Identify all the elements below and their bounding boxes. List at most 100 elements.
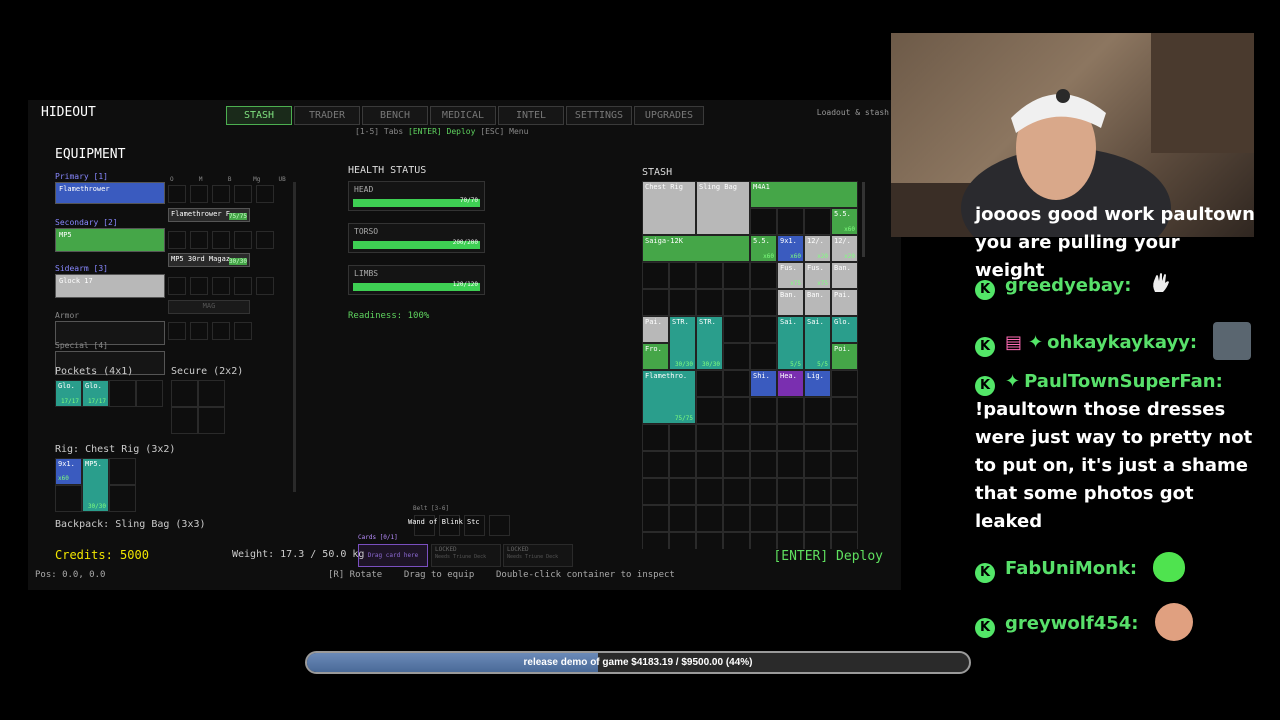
- secure-cell[interactable]: [198, 380, 225, 407]
- sidearm-slot[interactable]: Glock 17: [55, 274, 165, 298]
- mod-slot[interactable]: [256, 231, 274, 249]
- stash-cell[interactable]: [804, 208, 831, 235]
- stash-item[interactable]: STR. 30/30: [669, 316, 696, 370]
- mod-slot[interactable]: [212, 231, 230, 249]
- stash-cell[interactable]: [804, 532, 831, 549]
- stash-cell[interactable]: [750, 505, 777, 532]
- stash-cell[interactable]: [669, 532, 696, 549]
- stash-cell[interactable]: [669, 289, 696, 316]
- stash-cell[interactable]: [642, 478, 669, 505]
- card-drop-zone[interactable]: Drag card here: [358, 544, 428, 567]
- stash-cell[interactable]: [723, 451, 750, 478]
- stash-item[interactable]: Saiga-12K: [642, 235, 750, 262]
- stash-item[interactable]: STR. 30/30: [696, 316, 723, 370]
- stash-cell[interactable]: [831, 505, 858, 532]
- belt-slot[interactable]: [489, 515, 510, 536]
- stash-cell[interactable]: [723, 397, 750, 424]
- mod-slot[interactable]: [212, 185, 230, 203]
- secure-cell[interactable]: [171, 407, 198, 434]
- stash-scrollbar[interactable]: [862, 182, 865, 257]
- stash-cell[interactable]: [723, 343, 750, 370]
- stash-cell[interactable]: [642, 289, 669, 316]
- stash-item[interactable]: Sai. 5/5: [777, 316, 804, 370]
- stash-cell[interactable]: [831, 478, 858, 505]
- stash-item[interactable]: Fus. x75: [804, 262, 831, 289]
- stash-cell[interactable]: [696, 451, 723, 478]
- stash-cell[interactable]: [804, 397, 831, 424]
- stash-cell[interactable]: [696, 370, 723, 397]
- stash-item[interactable]: Ban.: [777, 289, 804, 316]
- stash-cell[interactable]: [696, 478, 723, 505]
- mod-slot[interactable]: [234, 322, 252, 340]
- mod-slot[interactable]: [190, 322, 208, 340]
- equipment-scrollbar[interactable]: [293, 182, 296, 492]
- stash-cell[interactable]: [669, 262, 696, 289]
- mod-slot[interactable]: [168, 277, 186, 295]
- stash-cell[interactable]: [723, 478, 750, 505]
- rig-cell[interactable]: [109, 458, 136, 485]
- stash-cell[interactable]: [750, 478, 777, 505]
- stash-item[interactable]: Poi.: [831, 343, 858, 370]
- sidearm-ammo-slot[interactable]: MAG: [168, 300, 250, 314]
- pocket-cell[interactable]: [109, 380, 136, 407]
- stash-cell[interactable]: [642, 424, 669, 451]
- stash-cell[interactable]: [777, 478, 804, 505]
- deploy-button[interactable]: [ENTER] Deploy: [773, 549, 883, 564]
- stash-cell[interactable]: [777, 397, 804, 424]
- pocket-item[interactable]: Glo. 17/17: [55, 380, 82, 407]
- stash-cell[interactable]: [831, 397, 858, 424]
- stash-item[interactable]: Chest Rig: [642, 181, 696, 235]
- stash-item[interactable]: 5.5. x60: [750, 235, 777, 262]
- stash-item[interactable]: 5.5. x60: [831, 208, 858, 235]
- stash-cell[interactable]: [750, 343, 777, 370]
- stash-cell[interactable]: [750, 397, 777, 424]
- stash-cell[interactable]: [669, 424, 696, 451]
- mod-slot[interactable]: [168, 322, 186, 340]
- mod-slot[interactable]: [212, 322, 230, 340]
- secure-cell[interactable]: [198, 407, 225, 434]
- mod-slot[interactable]: [234, 231, 252, 249]
- stash-cell[interactable]: [669, 478, 696, 505]
- chat-username[interactable]: PaulTownSuperFan:: [1024, 371, 1223, 392]
- stash-cell[interactable]: [723, 289, 750, 316]
- tab-medical[interactable]: MEDICAL: [430, 106, 496, 125]
- stash-item[interactable]: Glo.: [831, 316, 858, 343]
- stash-cell[interactable]: [804, 424, 831, 451]
- stash-cell[interactable]: [831, 424, 858, 451]
- belt-item[interactable]: Wand of Blink Stc: [408, 518, 480, 526]
- mod-slot[interactable]: [168, 231, 186, 249]
- secure-cell[interactable]: [171, 380, 198, 407]
- stash-cell[interactable]: [696, 397, 723, 424]
- stash-cell[interactable]: [831, 451, 858, 478]
- stash-cell[interactable]: [723, 532, 750, 549]
- stash-item[interactable]: Sling Bag: [696, 181, 750, 235]
- stash-cell[interactable]: [750, 451, 777, 478]
- stash-item[interactable]: Flamethro. 75/75: [642, 370, 696, 424]
- primary-ammo-slot[interactable]: Flamethrower F 75/75: [168, 208, 250, 222]
- stash-cell[interactable]: [696, 262, 723, 289]
- stash-cell[interactable]: [669, 451, 696, 478]
- mod-slot[interactable]: [190, 277, 208, 295]
- stash-cell[interactable]: [723, 505, 750, 532]
- stash-cell[interactable]: [723, 262, 750, 289]
- pocket-item[interactable]: Glo. 17/17: [82, 380, 109, 407]
- secondary-slot[interactable]: MP5: [55, 228, 165, 252]
- mod-slot[interactable]: [212, 277, 230, 295]
- mod-slot[interactable]: [190, 231, 208, 249]
- mod-slot[interactable]: [256, 277, 274, 295]
- stash-item[interactable]: Pai.: [831, 289, 858, 316]
- stash-cell[interactable]: [723, 370, 750, 397]
- stash-item[interactable]: Ban.: [831, 262, 858, 289]
- chat-username[interactable]: greedyebay:: [1005, 275, 1131, 296]
- stash-cell[interactable]: [777, 505, 804, 532]
- stash-cell[interactable]: [642, 532, 669, 549]
- stash-grid[interactable]: Chest Rig Sling Bag M4A1 5.5. x60 Saiga-12K 5.…: [642, 181, 861, 549]
- stash-cell[interactable]: [750, 208, 777, 235]
- stash-cell[interactable]: [723, 316, 750, 343]
- stash-cell[interactable]: [804, 451, 831, 478]
- stash-cell[interactable]: [750, 532, 777, 549]
- stash-item[interactable]: Shi.: [750, 370, 777, 397]
- stash-cell[interactable]: [750, 262, 777, 289]
- stash-cell[interactable]: [723, 424, 750, 451]
- mod-slot[interactable]: [234, 185, 252, 203]
